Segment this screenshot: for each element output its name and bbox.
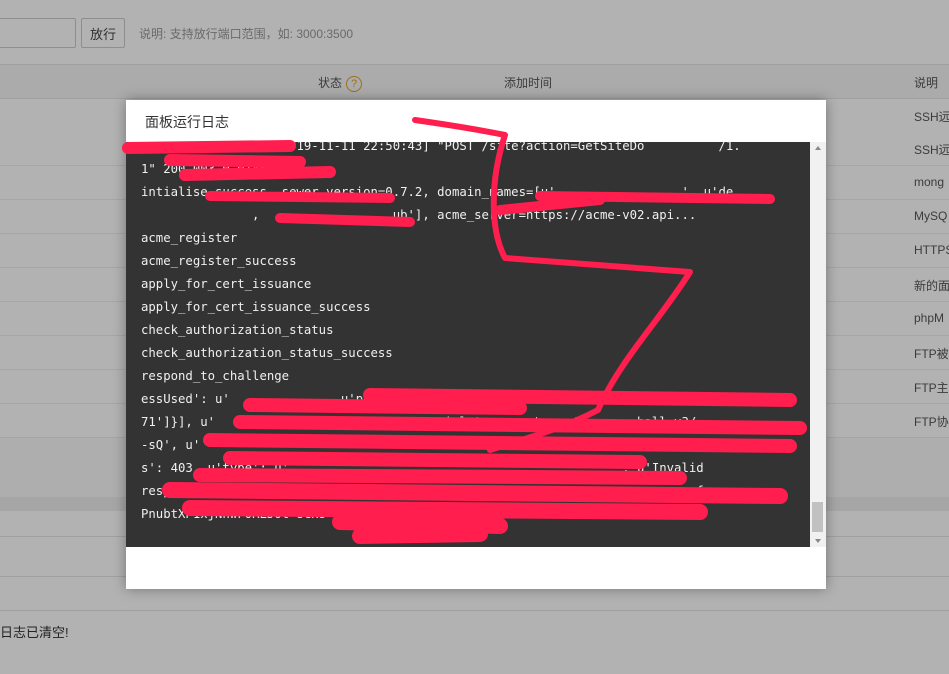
log-line: 1" 200 003 0.014661 — [141, 162, 282, 176]
panel-log-dialog: 面板运行日志 3 2019-11-11 22:50:43] "POST /sit… — [126, 100, 826, 589]
log-lines: 3 2019-11-11 22:50:43] "POST /site?actio… — [141, 142, 800, 526]
log-line: essUsed': u' , u'port': u'443', u'addres… — [141, 392, 749, 406]
log-line: 71']}], u' u' //acme-v02.api.letsencrypt… — [141, 415, 793, 429]
log-scrollbar[interactable] — [810, 142, 826, 547]
log-line: -sQ', u' , u'error': {u'statu — [141, 438, 726, 452]
log-line: apply_for_cert_issuance — [141, 277, 312, 291]
log-line: acme_register_success — [141, 254, 297, 268]
log-line: check_authorization_status_success — [141, 346, 393, 360]
log-line: PnubtXP1xjNnwFORLJOt-sCxs \n — [141, 507, 349, 521]
dialog-title: 面板运行日志 — [145, 114, 229, 130]
log-line: apply_for_cert_issuance_success — [141, 300, 371, 314]
log-line: respo om ef — [141, 484, 704, 498]
log-line: s': 403, u'type': u' ': u'Invalid — [141, 461, 704, 475]
log-line: acme_register — [141, 231, 238, 245]
log-line: check_authorization_status — [141, 323, 334, 337]
log-line: respond_to_challenge — [141, 369, 290, 383]
scrollbar-thumb[interactable] — [812, 502, 823, 532]
log-line: 3 2019-11-11 22:50:43] "POST /site?actio… — [141, 142, 741, 153]
log-line: , ub'], acme_server=https://acme-v02.api… — [141, 208, 697, 222]
log-output[interactable]: 3 2019-11-11 22:50:43] "POST /site?actio… — [126, 142, 810, 547]
log-line: intialise_success, sewer_version=0.7.2, … — [141, 185, 734, 199]
scroll-down-arrow-icon[interactable] — [815, 539, 821, 543]
scroll-up-arrow-icon[interactable] — [815, 146, 821, 150]
